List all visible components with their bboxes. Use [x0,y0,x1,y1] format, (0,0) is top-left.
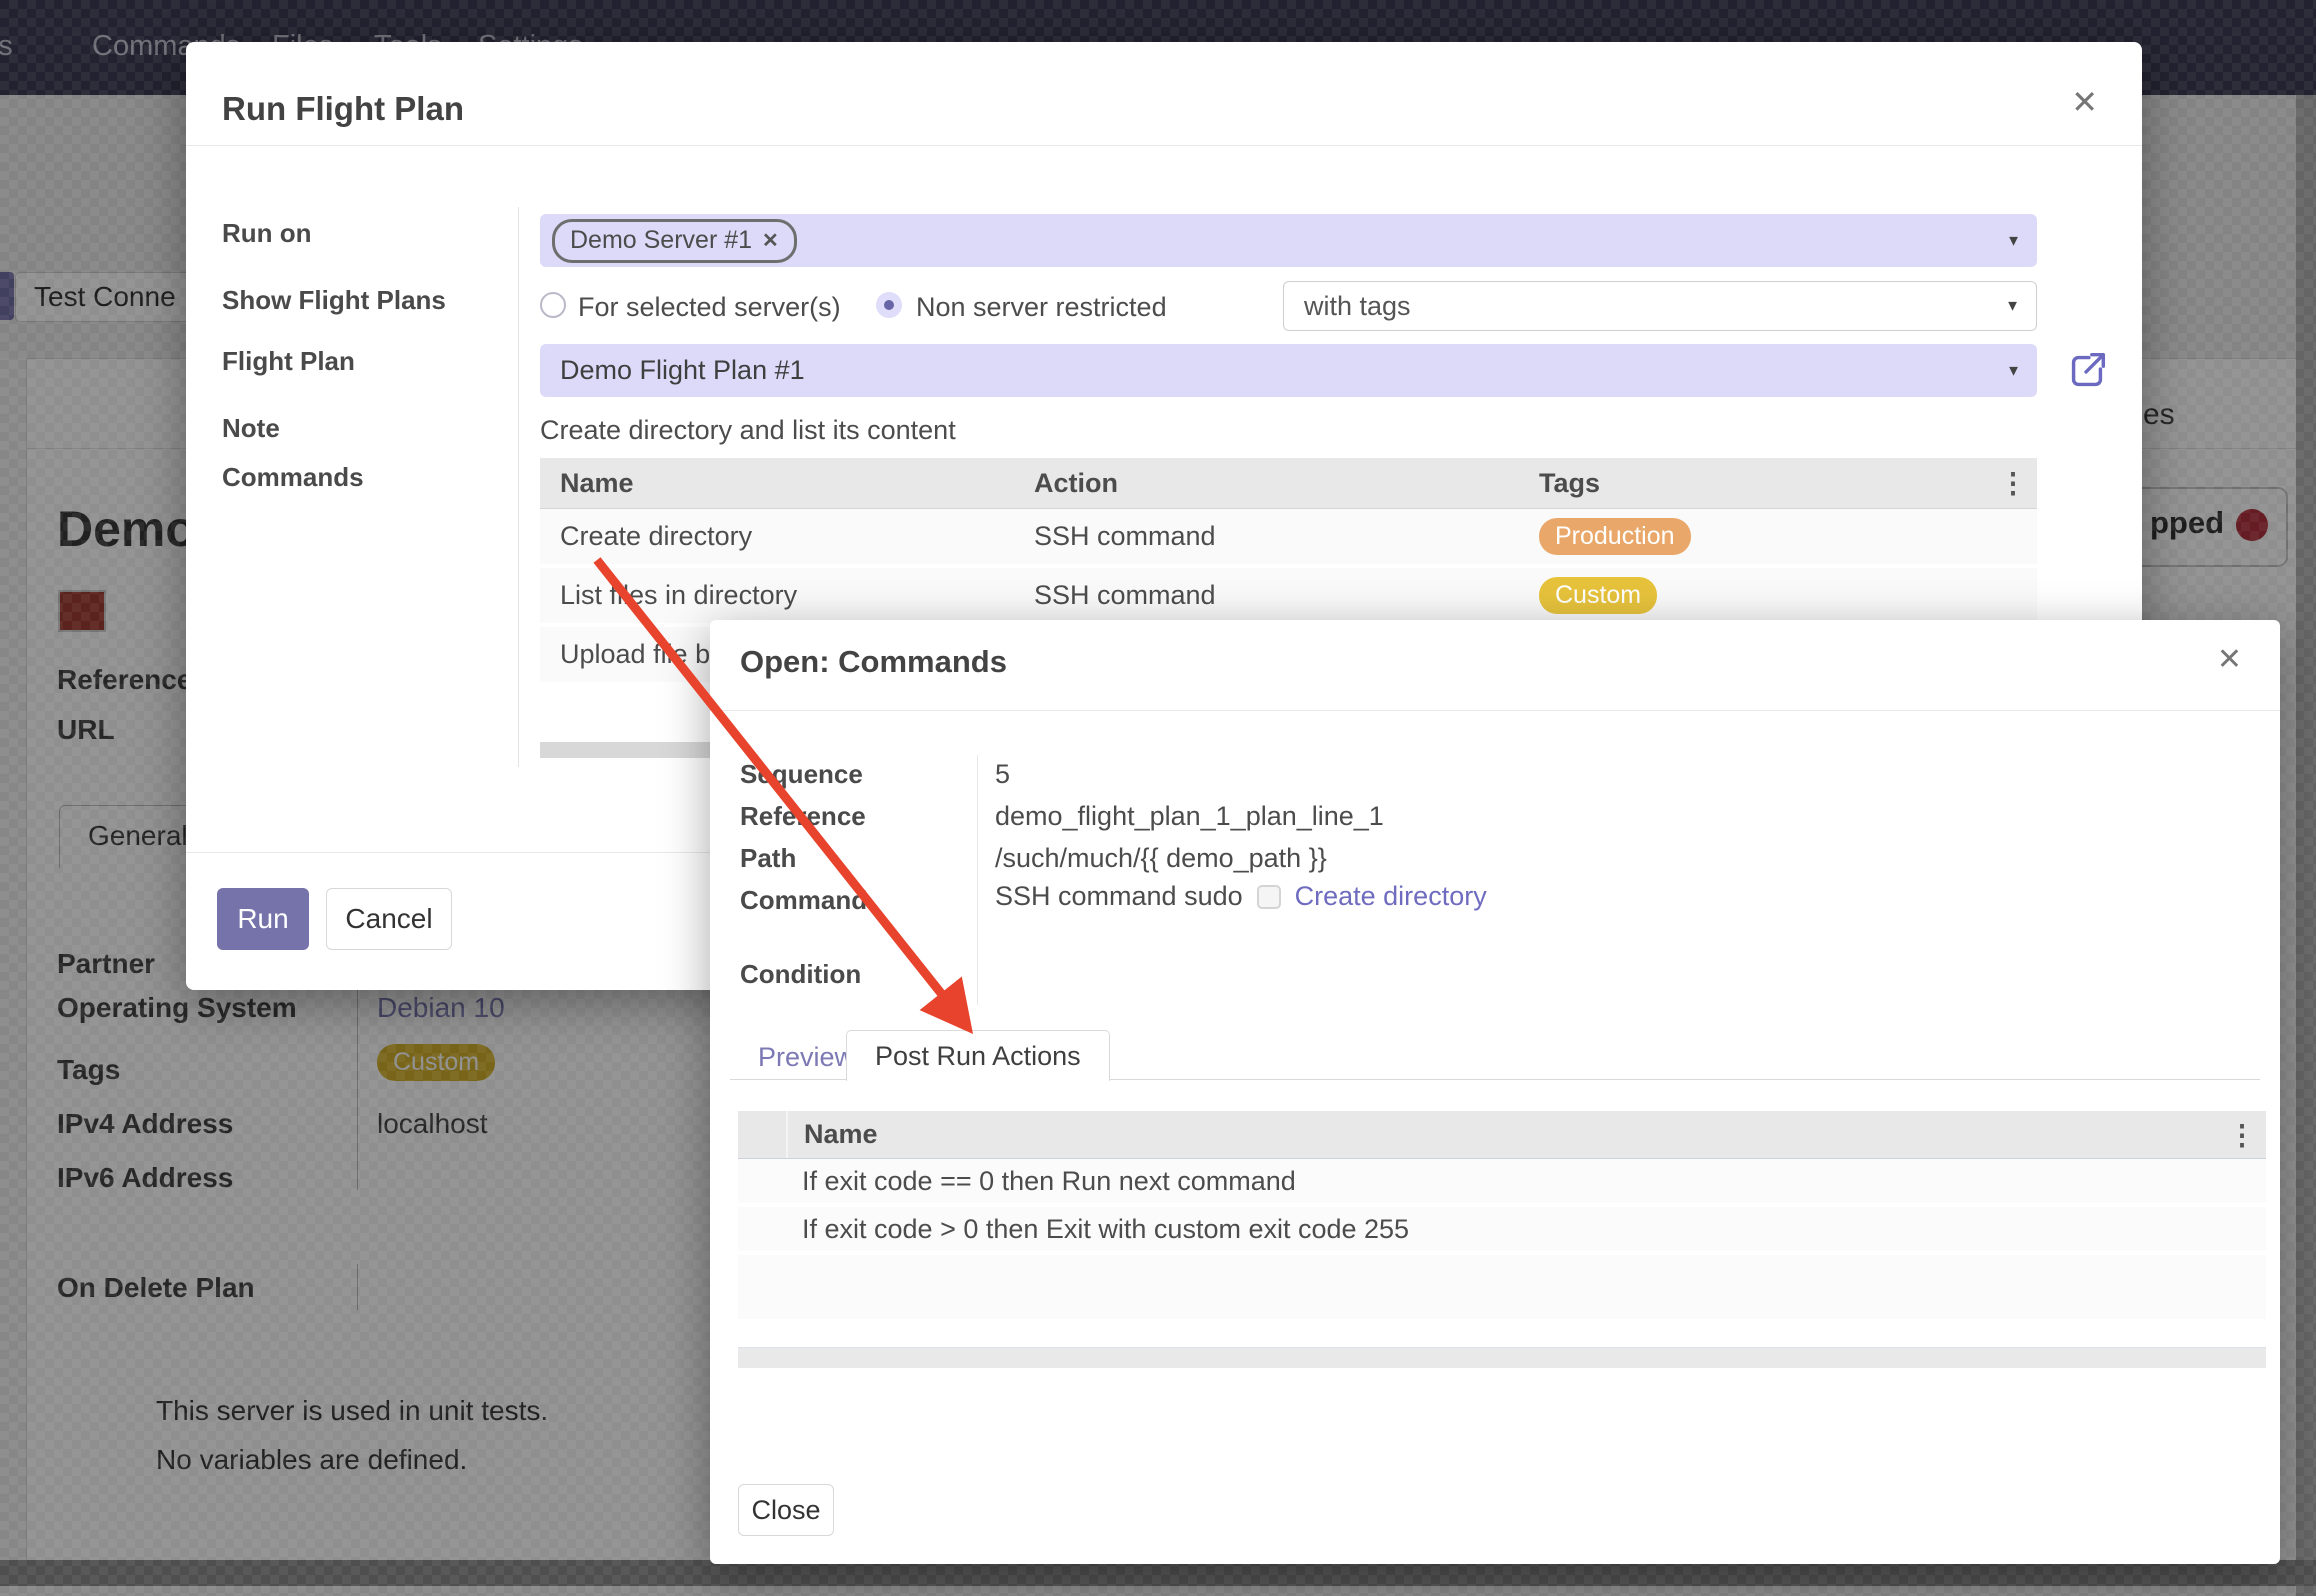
close-button[interactable]: Close [738,1484,834,1536]
label-command: Command [740,885,867,916]
table-row[interactable]: List files in directory SSH command Cust… [540,568,2037,627]
commands-label-divider [977,755,978,1005]
column-header-name[interactable]: Name [540,468,1034,499]
cell-tags: Production [1539,518,1979,555]
run-modal-title: Run Flight Plan [222,90,464,128]
label-flight-plan: Flight Plan [222,346,355,377]
flight-plan-select[interactable]: Demo Flight Plan #1 ▼ [540,344,2037,397]
with-tags-select[interactable]: with tags ▼ [1283,281,2037,331]
flight-plan-note-text: Create directory and list its content [540,415,956,446]
run-button[interactable]: Run [217,888,309,950]
chevron-down-icon[interactable]: ▼ [2005,298,2020,315]
radio-for-selected-servers-label[interactable]: For selected server(s) [578,292,841,323]
run-modal-close-icon[interactable]: ✕ [2071,86,2098,118]
label-commands: Commands [222,462,364,493]
table-options-icon[interactable]: ⋮ [2228,1118,2256,1151]
post-run-actions-table: Name ⋮ If exit code == 0 then Run next c… [738,1111,2266,1323]
tag-custom: Custom [1539,577,1657,614]
table-row[interactable]: Create directory SSH command Production [540,509,2037,568]
cell-tags: Custom [1539,577,1979,614]
label-note: Note [222,413,280,444]
chevron-down-icon[interactable]: ▼ [2006,232,2021,249]
column-header-tags[interactable]: Tags [1539,468,1979,499]
run-on-server-tag[interactable]: Demo Server #1 ✕ [552,219,797,263]
label-show-flight-plans: Show Flight Plans [222,285,446,316]
table-header-row: Name ⋮ [738,1111,2266,1159]
cell-name: If exit code == 0 then Run next command [738,1166,1296,1197]
table-header-row: Name Action Tags ⋮ [540,458,2037,509]
cancel-button[interactable]: Cancel [326,888,452,950]
commands-modal-close-icon[interactable]: ✕ [2217,644,2242,676]
external-link-icon[interactable] [2064,348,2110,394]
tag-production: Production [1539,518,1691,555]
column-header-name[interactable]: Name [788,1119,878,1150]
label-reference: Reference [740,801,866,832]
cell-name: List files in directory [540,580,1034,611]
run-on-select[interactable]: Demo Server #1 ✕ ▼ [540,214,2037,267]
run-modal-header-divider [186,145,2142,146]
cell-action: SSH command [1034,521,1539,552]
cell-name: Create directory [540,521,1034,552]
flight-plan-value: Demo Flight Plan #1 [560,355,805,386]
radio-for-selected-servers[interactable] [540,292,566,318]
radio-non-server-restricted-label[interactable]: Non server restricted [916,292,1167,323]
horizontal-scrollbar[interactable] [738,1347,2266,1368]
open-commands-modal: Open: Commands ✕ Sequence 5 Reference de… [710,620,2280,1564]
with-tags-value: with tags [1304,291,1411,322]
create-directory-checkbox[interactable] [1257,885,1281,909]
chevron-down-icon[interactable]: ▼ [2006,362,2021,379]
label-run-on: Run on [222,218,312,249]
cell-action: SSH command [1034,580,1539,611]
commands-modal-title: Open: Commands [740,644,1007,680]
screen: vers Commands Files Tools Settings Test … [0,0,2316,1596]
table-row[interactable]: If exit code > 0 then Exit with custom e… [738,1207,2266,1255]
tab-post-run-actions[interactable]: Post Run Actions [846,1030,1110,1081]
table-row[interactable]: If exit code == 0 then Run next command [738,1159,2266,1207]
tab-post-run-actions-label: Post Run Actions [875,1041,1081,1072]
radio-non-server-restricted[interactable] [876,292,902,318]
create-directory-link[interactable]: Create directory [1295,881,1487,912]
column-header-action[interactable]: Action [1034,468,1539,499]
horizontal-scrollbar[interactable] [540,742,710,758]
tag-remove-icon[interactable]: ✕ [762,228,779,253]
value-path: /such/much/{{ demo_path }} [995,843,1327,874]
selector-column [738,1111,788,1158]
command-row: SSH command sudo Create directory [995,881,1487,912]
tab-preview[interactable]: Preview [758,1042,854,1073]
table-options-icon[interactable]: ⋮ [1999,467,2027,500]
table-row-empty [738,1255,2266,1323]
form-label-divider [518,207,519,767]
commands-modal-header-divider [710,710,2280,711]
value-sequence: 5 [995,759,1010,790]
label-sequence: Sequence [740,759,863,790]
run-on-server-tag-label: Demo Server #1 [570,226,752,255]
value-command: SSH command sudo [995,881,1243,912]
value-reference: demo_flight_plan_1_plan_line_1 [995,801,1384,832]
label-condition: Condition [740,959,861,990]
cell-name: If exit code > 0 then Exit with custom e… [738,1214,1409,1245]
label-path: Path [740,843,796,874]
